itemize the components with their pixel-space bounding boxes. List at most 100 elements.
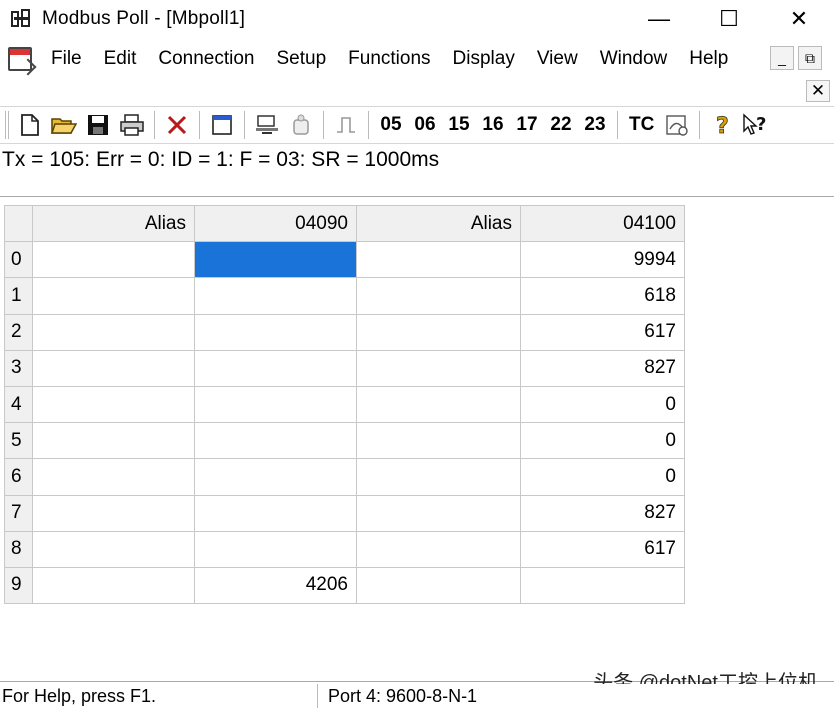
window-title: Modbus Poll - [Mbpoll1] — [42, 8, 246, 29]
value-cell[interactable]: 827 — [520, 494, 685, 532]
delete-icon[interactable] — [163, 110, 191, 140]
alias-cell[interactable] — [32, 422, 195, 460]
column-header-address-04100[interactable]: 04100 — [520, 204, 685, 243]
alias-cell[interactable] — [32, 385, 195, 424]
row-index[interactable]: 2 — [4, 313, 33, 351]
alias-cell[interactable] — [32, 349, 195, 387]
function-16-button[interactable]: 16 — [479, 110, 507, 140]
save-icon[interactable] — [84, 110, 112, 140]
alias-cell[interactable] — [32, 566, 195, 605]
menu-file[interactable]: File — [40, 40, 93, 78]
value-cell[interactable]: 9994 — [520, 241, 685, 279]
corner-cell[interactable] — [4, 204, 33, 243]
function-23-button[interactable]: 23 — [581, 110, 609, 140]
new-file-icon[interactable] — [16, 110, 44, 140]
value-cell[interactable] — [194, 458, 357, 496]
row-index[interactable]: 4 — [4, 385, 33, 424]
value-cell[interactable]: 0 — [520, 385, 685, 424]
row-index[interactable]: 6 — [4, 458, 33, 496]
alias-cell[interactable] — [356, 422, 521, 460]
menu-setup[interactable]: Setup — [266, 40, 338, 78]
value-cell[interactable]: 617 — [520, 530, 685, 568]
alias-cell[interactable] — [356, 530, 521, 568]
print-icon[interactable] — [118, 110, 146, 140]
toolbar-separator — [617, 111, 618, 139]
alias-cell[interactable] — [356, 494, 521, 532]
alias-cell[interactable] — [356, 458, 521, 496]
alias-cell[interactable] — [356, 241, 521, 279]
function-17-button[interactable]: 17 — [513, 110, 541, 140]
mdi-minimize-button[interactable]: _ — [770, 46, 794, 70]
value-cell[interactable]: 827 — [520, 349, 685, 387]
function-05-button[interactable]: 05 — [377, 110, 405, 140]
column-header-address-04090[interactable]: 04090 — [194, 204, 357, 243]
alias-cell[interactable] — [32, 313, 195, 351]
value-cell[interactable] — [194, 422, 357, 460]
help-icon[interactable]: ? — [708, 110, 736, 140]
mdi-close-button[interactable]: ✕ — [806, 80, 830, 102]
menu-edit[interactable]: Edit — [93, 40, 148, 78]
window-icon[interactable] — [208, 110, 236, 140]
row-index[interactable]: 1 — [4, 277, 33, 315]
value-cell[interactable] — [194, 494, 357, 532]
value-cell[interactable]: 0 — [520, 422, 685, 460]
value-cell[interactable]: 617 — [520, 313, 685, 351]
alias-cell[interactable] — [32, 494, 195, 532]
value-cell[interactable] — [194, 349, 357, 387]
row-index[interactable]: 8 — [4, 530, 33, 568]
connect-icon[interactable] — [253, 110, 281, 140]
row-index[interactable]: 5 — [4, 422, 33, 460]
menu-connection[interactable]: Connection — [147, 40, 265, 78]
disconnect-icon[interactable] — [287, 110, 315, 140]
open-folder-icon[interactable] — [50, 110, 78, 140]
mdi-restore-button[interactable]: ⧉ — [798, 46, 822, 70]
row-index[interactable]: 0 — [4, 241, 33, 279]
document-icon[interactable] — [8, 47, 32, 71]
menu-view[interactable]: View — [526, 40, 589, 78]
alias-cell[interactable] — [356, 313, 521, 351]
value-cell[interactable]: 618 — [520, 277, 685, 315]
row-index[interactable]: 9 — [4, 566, 33, 605]
alias-cell[interactable] — [32, 458, 195, 496]
minimize-button[interactable]: — — [624, 0, 694, 38]
alias-cell[interactable] — [32, 530, 195, 568]
alias-cell[interactable] — [32, 277, 195, 315]
column-header-alias-1[interactable]: Alias — [32, 204, 195, 243]
menu-display[interactable]: Display — [442, 40, 526, 78]
function-15-button[interactable]: 15 — [445, 110, 473, 140]
table-header-row: Alias 04090 Alias 04100 — [4, 204, 685, 243]
table-row: 7 827 — [4, 494, 685, 532]
single-read-icon[interactable] — [332, 110, 360, 140]
alias-cell[interactable] — [356, 349, 521, 387]
communication-icon[interactable] — [663, 110, 691, 140]
traffic-button[interactable]: TC — [626, 110, 657, 140]
row-index[interactable]: 7 — [4, 494, 33, 532]
menu-help[interactable]: Help — [678, 40, 739, 78]
value-cell[interactable]: 0 — [520, 458, 685, 496]
modbus-poll-app-icon — [10, 8, 32, 30]
value-cell[interactable]: 4206 — [194, 566, 357, 605]
toolbar-grip[interactable] — [5, 111, 9, 139]
alias-cell[interactable] — [356, 566, 521, 605]
value-cell[interactable] — [194, 530, 357, 568]
function-06-button[interactable]: 06 — [411, 110, 439, 140]
alias-cell[interactable] — [32, 241, 195, 279]
maximize-button[interactable]: ☐ — [694, 0, 764, 38]
value-cell[interactable] — [194, 313, 357, 351]
menu-window[interactable]: Window — [589, 40, 679, 78]
selected-value-cell[interactable] — [194, 241, 357, 279]
column-header-alias-2[interactable]: Alias — [356, 204, 521, 243]
value-cell[interactable] — [194, 277, 357, 315]
mdi-controls: _ ⧉ — [770, 46, 822, 70]
value-cell[interactable] — [520, 566, 685, 605]
register-grid-area: Alias 04090 Alias 04100 0 9994 1 618 2 6… — [0, 196, 834, 682]
alias-cell[interactable] — [356, 385, 521, 424]
alias-cell[interactable] — [356, 277, 521, 315]
row-index[interactable]: 3 — [4, 349, 33, 387]
value-cell[interactable] — [194, 385, 357, 424]
menu-functions[interactable]: Functions — [337, 40, 441, 78]
close-button[interactable]: ✕ — [764, 0, 834, 38]
function-22-button[interactable]: 22 — [547, 110, 575, 140]
table-row: 9 4206 — [4, 566, 685, 605]
context-help-icon[interactable]: ? — [742, 110, 770, 140]
